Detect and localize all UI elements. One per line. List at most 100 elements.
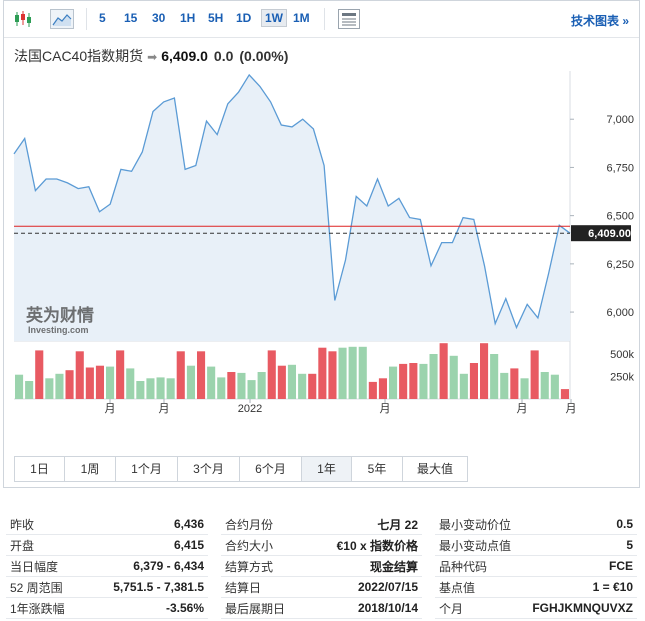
- volume-bar: [409, 363, 418, 399]
- volume-bar: [287, 364, 296, 399]
- volume-bar: [449, 355, 458, 399]
- area-chart-icon[interactable]: [50, 9, 74, 29]
- range-max[interactable]: 最大值: [403, 457, 467, 481]
- interval-1w[interactable]: 1W: [261, 9, 287, 27]
- volume-bar: [237, 372, 246, 399]
- volume-bar: [277, 365, 286, 399]
- table-row: 合约大小 €10 x 指数价格: [221, 534, 422, 556]
- instrument-name: 法国CAC40指数期货: [14, 48, 144, 64]
- interval-30[interactable]: 30: [152, 11, 165, 25]
- volume-bar: [95, 365, 104, 399]
- stats-table-2: 合约月份 七月 22 合约大小 €10 x 指数价格 结算方式 现金结算 结算日 202…: [221, 514, 422, 619]
- table-row: 当日幅度 6,379 - 6,434: [6, 555, 208, 577]
- volume-bar: [389, 366, 398, 399]
- candlestick-icon[interactable]: [12, 9, 34, 29]
- stat-value: -3.56%: [84, 597, 208, 619]
- volume-bar: [459, 373, 468, 399]
- volume-bar: [247, 380, 256, 399]
- x-tick-label: 月: [517, 403, 528, 415]
- table-row: 基点值 1 = €10: [435, 576, 637, 598]
- settings-grid-icon[interactable]: [338, 9, 360, 29]
- range-6m[interactable]: 6个月: [240, 457, 302, 481]
- price-change: 0.0: [213, 48, 234, 64]
- y-tick-label: 6,750: [606, 162, 634, 174]
- interval-5h[interactable]: 5H: [208, 11, 223, 25]
- table-row: 52 周范围 5,751.5 - 7,381.5: [6, 576, 208, 598]
- stat-label: 结算日: [221, 576, 308, 598]
- volume-bar: [338, 347, 347, 399]
- stat-label: 最小变动价位: [435, 514, 521, 535]
- volume-bar: [15, 374, 24, 399]
- range-1d[interactable]: 1日: [15, 457, 65, 481]
- current-price-label: 6,409.00: [588, 228, 631, 240]
- stat-label: 合约月份: [221, 514, 308, 535]
- stat-value: 2018/10/14: [307, 597, 422, 619]
- range-1m[interactable]: 1个月: [116, 457, 178, 481]
- stat-label: 品种代码: [435, 555, 521, 577]
- interval-1h[interactable]: 1H: [180, 11, 195, 25]
- stat-value: 6,436: [84, 514, 208, 535]
- stat-value: 七月 22: [307, 514, 422, 535]
- stat-label: 最小变动点值: [435, 534, 521, 556]
- volume-bar: [65, 370, 74, 399]
- quote-header: 法国CAC40指数期货 ➡ 6,409.0 0.0 (0.00%): [14, 46, 288, 66]
- range-5y[interactable]: 5年: [352, 457, 403, 481]
- volume-bar: [308, 373, 317, 399]
- table-row: 最后展期日 2018/10/14: [221, 597, 422, 619]
- price-change-pct: (0.00%): [239, 48, 289, 64]
- volume-bar: [227, 372, 236, 399]
- y-tick-label: 6,500: [606, 211, 634, 223]
- arrow-right-icon: ➡: [147, 50, 158, 64]
- table-row: 品种代码 FCE: [435, 555, 637, 577]
- volume-bar: [560, 389, 569, 399]
- volume-bar: [116, 350, 125, 399]
- stat-label: 昨收: [6, 514, 85, 535]
- volume-bar: [368, 381, 377, 399]
- stat-label: 开盘: [6, 534, 85, 556]
- technical-chart-link[interactable]: 技术图表 »: [571, 12, 629, 29]
- x-tick-label: 月: [566, 403, 577, 415]
- price-chart[interactable]: 7,000 6,750 6,500 6,250 6,000 6,409.00 英为财情Inv…: [4, 71, 639, 416]
- stat-value: FGHJKMNQUVXZ: [520, 597, 637, 619]
- y-tick-label: 6,000: [606, 307, 634, 319]
- volume-bar: [298, 373, 307, 399]
- volume-bar: [399, 363, 408, 399]
- stat-label: 基点值: [435, 576, 521, 598]
- volume-bar: [146, 378, 155, 399]
- x-tick-label: 月: [380, 403, 391, 415]
- toolbar-divider: [324, 8, 325, 30]
- interval-15[interactable]: 15: [124, 11, 137, 25]
- range-1y[interactable]: 1年: [302, 457, 352, 481]
- chart-panel: 5 15 30 1H 5H 1D 1W 1M 技术图表 » 法国CAC40指数期…: [3, 0, 640, 488]
- interval-5[interactable]: 5: [99, 11, 106, 25]
- interval-1m[interactable]: 1M: [293, 11, 310, 25]
- volume-bar: [530, 350, 539, 399]
- table-row: 昨收 6,436: [6, 514, 208, 535]
- stat-value: 0.5: [520, 514, 637, 535]
- interval-1d[interactable]: 1D: [236, 11, 251, 25]
- stat-label: 52 周范围: [6, 576, 85, 598]
- volume-bar: [217, 377, 226, 399]
- volume-bar: [439, 343, 448, 399]
- volume-bar: [186, 365, 195, 399]
- stat-value: 5: [520, 534, 637, 556]
- chart-toolbar: 5 15 30 1H 5H 1D 1W 1M 技术图表 »: [4, 1, 639, 38]
- x-tick-label: 2022: [238, 403, 262, 415]
- volume-bar: [267, 350, 276, 399]
- volume-bar: [469, 363, 478, 399]
- volume-bar: [378, 378, 387, 399]
- stat-label: 合约大小: [221, 534, 308, 556]
- volume-bar: [136, 381, 145, 399]
- volume-bar: [520, 378, 529, 399]
- range-3m[interactable]: 3个月: [178, 457, 240, 481]
- stat-label: 1年涨跌幅: [6, 597, 85, 619]
- x-tick-label: 月: [159, 403, 170, 415]
- volume-bar: [429, 354, 438, 399]
- volume-bar: [25, 381, 34, 399]
- volume-bar: [510, 368, 519, 399]
- watermark-en: Investing.com: [28, 325, 89, 335]
- table-row: 个月 FGHJKMNQUVXZ: [435, 597, 637, 619]
- volume-bar: [166, 378, 175, 399]
- range-1w[interactable]: 1周: [65, 457, 116, 481]
- volume-bar: [480, 343, 489, 399]
